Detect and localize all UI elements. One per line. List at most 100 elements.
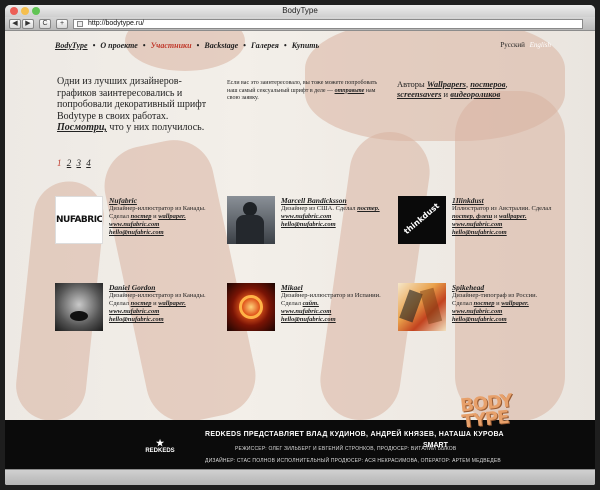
page-icon: [77, 21, 83, 27]
work-link[interactable]: wallpaper.: [158, 213, 186, 220]
participant-name[interactable]: Marcell Bandicksson: [281, 196, 381, 205]
site-link[interactable]: www.nufabric.com: [281, 308, 381, 316]
site-link[interactable]: www.nufabric.com: [452, 308, 552, 316]
lang-english[interactable]: English: [530, 41, 551, 49]
credits-line-3: ДИЗАЙНЕР: СТАС ПОЛНОВ ИСПОЛНИТЕЛЬНЫЙ ПРО…: [205, 458, 501, 464]
redkeds-label: REDKEDS: [145, 448, 175, 454]
nav-gallery[interactable]: Галерея: [251, 41, 279, 50]
background-photo: [97, 132, 263, 420]
intro-link[interactable]: Посмотри,: [57, 122, 107, 133]
authors-text: Авторы Wallpapers, постеров, screensaver…: [397, 79, 537, 99]
intro-body: Одни из лучших дизайнеров-графиков заинт…: [57, 76, 207, 122]
participant-image[interactable]: [55, 283, 103, 331]
url-field[interactable]: http://bodytype.ru/: [73, 19, 583, 29]
participant-name[interactable]: Daniel Gordon: [109, 283, 209, 292]
nav-about[interactable]: О проекте: [100, 41, 137, 50]
participant-image[interactable]: [398, 283, 446, 331]
participant-image[interactable]: thinkdust: [398, 196, 446, 244]
credits-line-1: REDKEDS ПРЕДСТАВЛЯЕТ ВЛАД КУДИНОВ, АНДРЕ…: [205, 431, 504, 438]
authors-comma: ,: [465, 79, 469, 89]
participant-and: и: [496, 300, 500, 307]
intro-text: Одни из лучших дизайнеров-графиков заинт…: [57, 76, 217, 134]
work-link[interactable]: сайт.: [303, 300, 319, 307]
participant-desc: Иллюстратор из Австралии. Сделал: [452, 205, 552, 212]
nav-participants[interactable]: Участники: [151, 41, 192, 50]
browser-window: BodyType ◀ ▶ C + http://bodytype.ru/ Bod…: [5, 5, 595, 485]
background-photo: [125, 31, 245, 71]
participant-and: и: [493, 213, 498, 220]
language-switch: Русский English: [500, 41, 551, 49]
participant-and: и: [153, 213, 157, 220]
nav-backstage[interactable]: Backstage: [204, 41, 238, 50]
posters-link[interactable]: постеров: [470, 79, 505, 89]
participant-image[interactable]: [227, 196, 275, 244]
page-content: BodyType • О проекте • Участники • Backs…: [5, 31, 595, 420]
mail-link[interactable]: hello@nufabric.com: [281, 316, 381, 324]
mail-link[interactable]: hello@nufabric.com: [281, 221, 381, 229]
work-link[interactable]: wallpaper.: [158, 300, 186, 307]
participant-name[interactable]: Mikael: [281, 283, 381, 292]
mail-link[interactable]: hello@nufabric.com: [109, 316, 209, 324]
participant-image[interactable]: [227, 283, 275, 331]
page-2[interactable]: 2: [67, 158, 72, 168]
participant-name[interactable]: Nufabric: [109, 196, 209, 205]
lang-russian[interactable]: Русский: [500, 41, 525, 49]
site-link[interactable]: www.nufabric.com: [109, 221, 209, 229]
wallpapers-link[interactable]: Wallpapers: [427, 79, 466, 89]
person-silhouette: [243, 202, 257, 216]
person-silhouette: [236, 215, 264, 244]
page-1[interactable]: 1: [57, 158, 62, 168]
screensavers-link[interactable]: screensavers: [397, 89, 441, 99]
work-link[interactable]: постер.: [357, 205, 379, 212]
nav-separator: •: [283, 41, 287, 50]
add-bookmark-button[interactable]: +: [56, 19, 68, 29]
nav-separator: •: [196, 41, 200, 50]
work-link[interactable]: постер: [474, 300, 495, 307]
participant-name[interactable]: 1Ilinkdust: [452, 196, 552, 205]
authors-and: и: [443, 89, 449, 99]
star-icon: ★: [155, 438, 165, 448]
back-button[interactable]: ◀: [9, 19, 21, 29]
submit-note: Если вас это заинтересовало, вы тоже мож…: [227, 80, 387, 103]
authors-comma: ,: [505, 79, 508, 89]
work-link[interactable]: wallpaper.: [501, 300, 529, 307]
pagination: 1 2 3 4: [57, 158, 94, 168]
participant-name[interactable]: Spikehead: [452, 283, 552, 292]
site-link[interactable]: www.nufabric.com: [281, 213, 381, 221]
smart-logo[interactable]: SMART: [423, 442, 448, 449]
page-4[interactable]: 4: [86, 158, 91, 168]
status-bar: [5, 469, 595, 485]
send-request-link[interactable]: отправьте: [335, 88, 365, 94]
ornament-shape: [234, 290, 268, 324]
intro-tail: что у них получилось.: [109, 122, 205, 133]
work-link[interactable]: постер: [131, 300, 152, 307]
main-nav: BodyType • О проекте • Участники • Backs…: [55, 41, 322, 50]
mail-link[interactable]: hello@nufabric.com: [109, 229, 209, 237]
window-title: BodyType: [282, 6, 318, 15]
work-link[interactable]: постер, флеш: [452, 213, 492, 220]
nav-buy[interactable]: Купить: [292, 41, 319, 50]
forward-button[interactable]: ▶: [22, 19, 34, 29]
collage-shape: [399, 289, 423, 323]
site-link[interactable]: www.nufabric.com: [452, 221, 552, 229]
url-text: http://bodytype.ru/: [88, 20, 145, 27]
nav-bodytype[interactable]: BodyType: [55, 41, 88, 50]
background-photo: [315, 126, 435, 420]
redkeds-logo[interactable]: ★ REDKEDS: [140, 438, 180, 454]
participant-desc: Дизайнер-иллюстратор из Испании. Сделал: [281, 292, 381, 307]
collage-shape: [419, 287, 443, 325]
work-link[interactable]: wallpaper.: [499, 213, 527, 220]
page-3[interactable]: 3: [77, 158, 82, 168]
browser-toolbar: ◀ ▶ C + http://bodytype.ru/: [5, 17, 595, 31]
image-label: thinkdust: [402, 201, 442, 236]
reload-button[interactable]: C: [39, 19, 51, 29]
site-link[interactable]: www.nufabric.com: [109, 308, 209, 316]
participant-image[interactable]: NUFABRIC: [55, 196, 103, 244]
nav-separator: •: [243, 41, 246, 50]
mail-link[interactable]: hello@nufabric.com: [452, 316, 552, 324]
authors-prefix: Авторы: [397, 79, 425, 89]
work-link[interactable]: постер: [131, 213, 152, 220]
mail-link[interactable]: hello@nufabric.com: [452, 229, 552, 237]
videos-link[interactable]: видеороликов: [450, 89, 500, 99]
participant-desc: Дизайнер из США. Сделал: [281, 205, 356, 212]
